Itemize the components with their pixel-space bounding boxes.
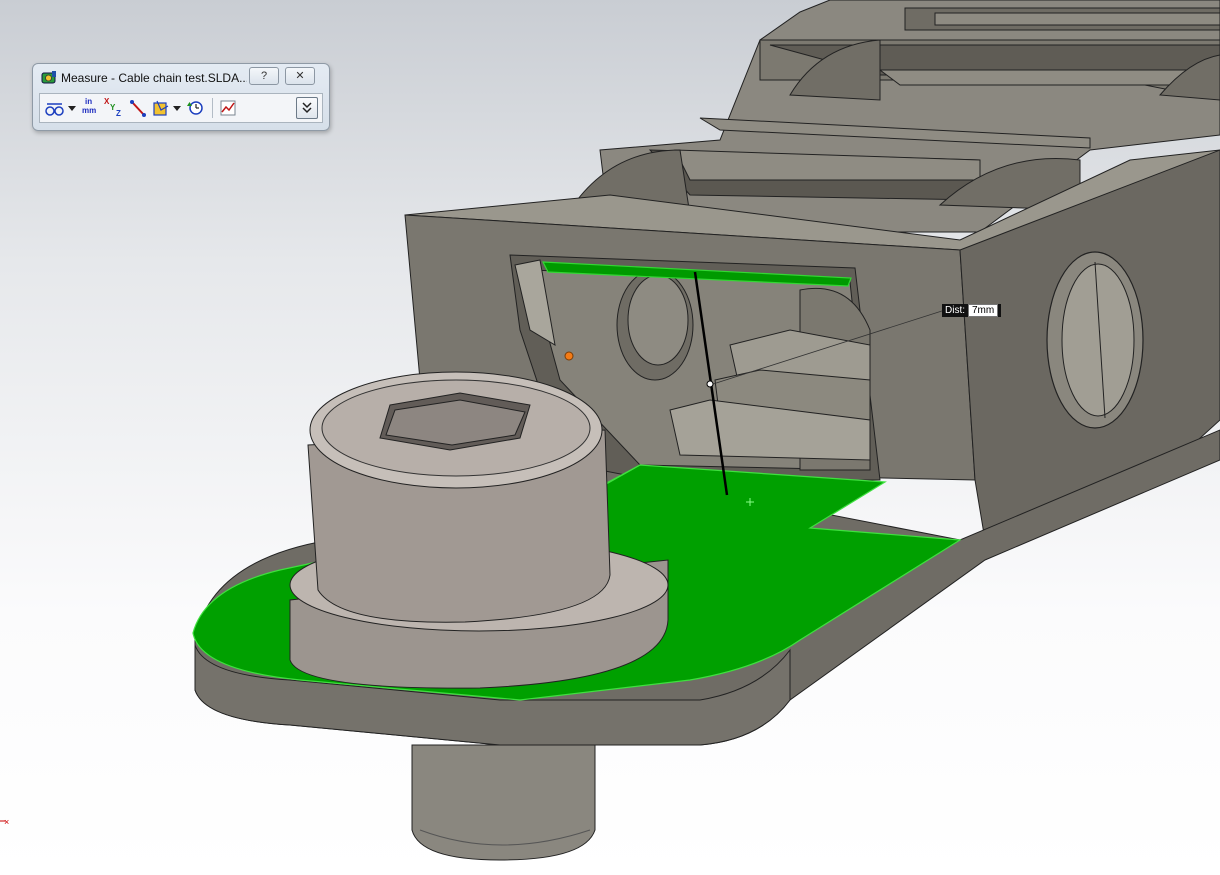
cable-chain-model[interactable] — [192, 0, 1220, 861]
measure-dialog[interactable]: Measure - Cable chain test.SLDA... ? ✕ i… — [32, 63, 330, 131]
arc-circle-dropdown[interactable] — [67, 96, 77, 120]
arc-circle-measurement-button[interactable] — [44, 96, 66, 120]
help-button[interactable]: ? — [249, 67, 279, 85]
dropdown-arrow-icon — [68, 106, 76, 111]
cad-viewport[interactable]: × — [0, 0, 1220, 875]
point-to-point-button[interactable] — [128, 96, 148, 120]
expand-button[interactable] — [296, 97, 318, 119]
create-sensor-button[interactable] — [218, 96, 238, 120]
origin-triad-icon: × — [0, 817, 9, 827]
projection-button[interactable] — [151, 96, 171, 120]
measure-toolbar: in mm X Y Z — [39, 93, 323, 123]
xyz-label-z: Z — [116, 109, 121, 118]
svg-text:×: × — [4, 817, 9, 827]
point-to-point-icon — [130, 100, 146, 117]
projection-dropdown[interactable] — [172, 96, 182, 120]
measurement-history-button[interactable] — [185, 96, 205, 120]
distance-value: 7mm — [968, 304, 999, 317]
show-xyz-button[interactable]: X Y Z — [103, 96, 125, 120]
expand-chevron-icon — [302, 102, 312, 114]
measure-title-bar[interactable]: Measure - Cable chain test.SLDA... ? ✕ — [33, 64, 329, 90]
measure-tape-icon — [41, 71, 56, 84]
distance-dimension-tag[interactable]: Dist: 7mm — [942, 304, 1002, 317]
create-sensor-icon — [220, 100, 236, 116]
projection-icon — [153, 100, 169, 116]
xyz-label-x: X — [104, 97, 110, 106]
distance-label: Dist: — [945, 305, 965, 316]
dropdown-arrow-icon — [173, 106, 181, 111]
close-button[interactable]: ✕ — [285, 67, 315, 85]
units-precision-button[interactable]: in mm — [80, 96, 100, 120]
units-label-mm: mm — [82, 106, 97, 115]
toolbar-separator — [212, 98, 213, 118]
units-label-in: in — [85, 97, 93, 106]
xyz-label-y: Y — [110, 103, 116, 112]
arc-circle-measurement-icon — [45, 103, 64, 116]
measure-window-title: Measure - Cable chain test.SLDA... — [61, 71, 247, 85]
measurement-history-icon — [187, 101, 203, 115]
